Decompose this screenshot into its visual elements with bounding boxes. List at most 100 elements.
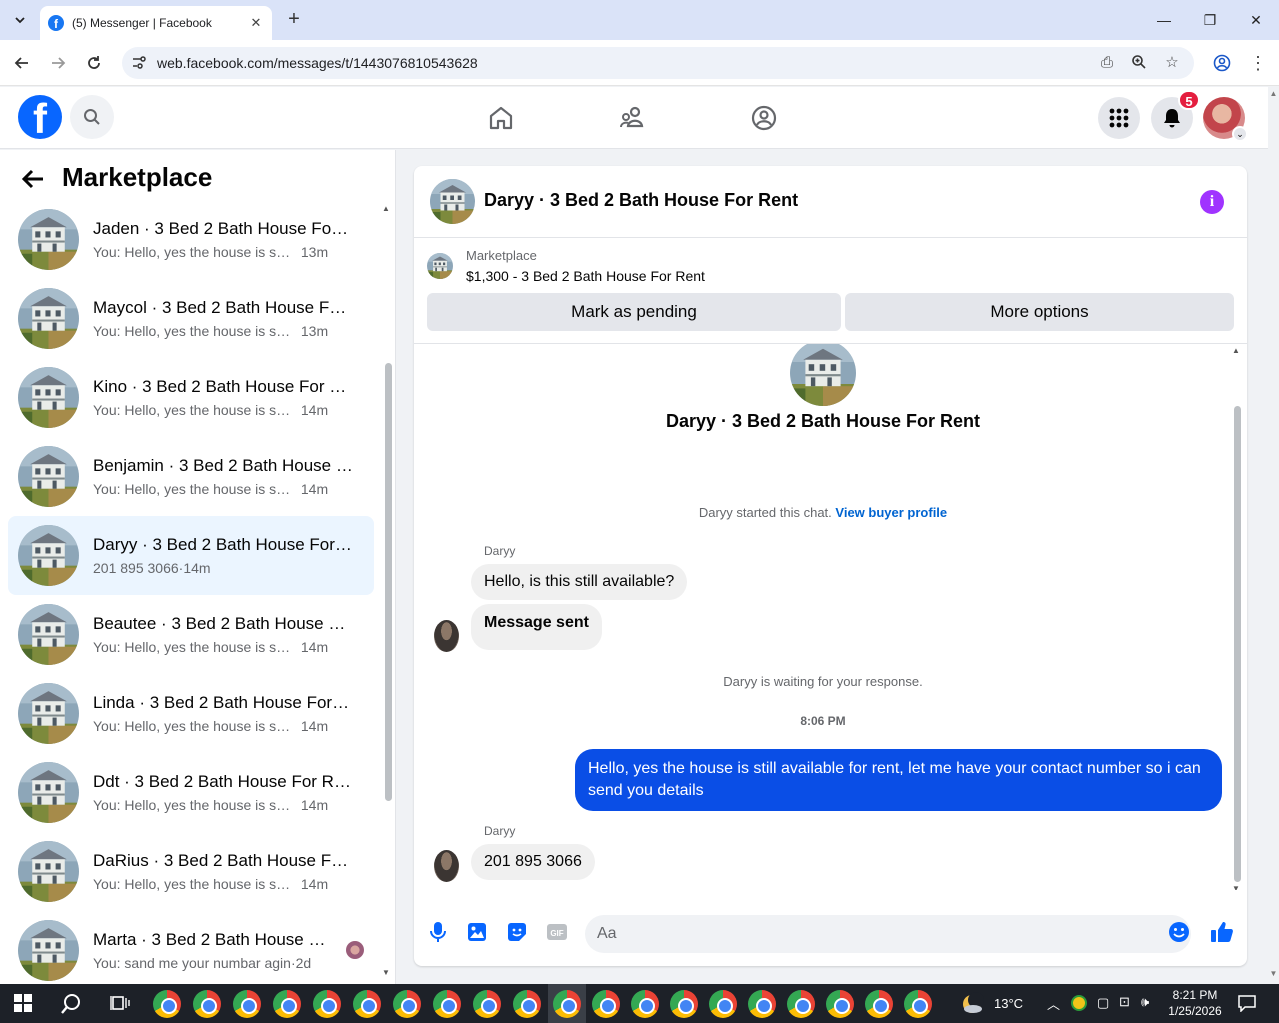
restore-button[interactable]: ❐ bbox=[1198, 8, 1222, 32]
view-buyer-profile-link[interactable]: View buyer profile bbox=[835, 505, 947, 520]
chrome-taskbar-icon[interactable] bbox=[748, 990, 776, 1018]
chrome-taskbar-icon[interactable] bbox=[393, 990, 421, 1018]
zoom-icon[interactable] bbox=[1130, 54, 1148, 72]
conversation-item[interactable]: Beautee · 3 Bed 2 Bath House For Rent Yo… bbox=[8, 595, 374, 674]
chrome-taskbar-icon[interactable] bbox=[709, 990, 737, 1018]
chrome-taskbar-icon[interactable] bbox=[787, 990, 815, 1018]
taskbar-clock[interactable]: 8:21 PM 1/25/2026 bbox=[1162, 987, 1228, 1019]
conversation-item[interactable]: DaRius · 3 Bed 2 Bath House For Rent You… bbox=[8, 832, 374, 911]
incoming-message[interactable]: 201 895 3066 bbox=[471, 844, 595, 880]
sender-avatar[interactable] bbox=[434, 850, 459, 882]
conversation-item[interactable]: Ddt · 3 Bed 2 Bath House For Rent You: H… bbox=[8, 753, 374, 832]
tray-device-icon[interactable]: ▢ bbox=[1097, 995, 1109, 1011]
weather-moon-icon[interactable] bbox=[960, 992, 984, 1021]
conversation-item-active[interactable]: Daryy · 3 Bed 2 Bath House For Rent 201 … bbox=[8, 516, 374, 595]
chrome-taskbar-icon[interactable] bbox=[670, 990, 698, 1018]
chrome-taskbar-icon[interactable] bbox=[513, 990, 541, 1018]
sidebar-scroll-down-arrow[interactable]: ▼ bbox=[382, 968, 390, 977]
microphone-icon[interactable] bbox=[426, 920, 450, 944]
conversation-item[interactable]: Kino · 3 Bed 2 Bath House For Rent You: … bbox=[8, 358, 374, 437]
chrome-taskbar-icon-active[interactable] bbox=[553, 990, 581, 1018]
reload-button[interactable] bbox=[82, 51, 106, 75]
browser-menu-button[interactable]: ⋮ bbox=[1246, 51, 1270, 75]
site-info-icon[interactable] bbox=[130, 54, 148, 72]
conversation-item[interactable]: Jaden · 3 Bed 2 Bath House For Rent You:… bbox=[8, 200, 374, 279]
chat-title[interactable]: Daryy · 3 Bed 2 Bath House For Rent bbox=[484, 190, 798, 211]
close-window-button[interactable]: ✕ bbox=[1244, 8, 1268, 32]
chevron-down-icon[interactable]: ⌄ bbox=[1232, 126, 1248, 142]
sender-avatar[interactable] bbox=[434, 620, 459, 652]
message-timestamp: 8:06 PM bbox=[800, 714, 846, 728]
message-input[interactable] bbox=[585, 915, 1191, 953]
chrome-taskbar-icon[interactable] bbox=[904, 990, 932, 1018]
chrome-taskbar-icon[interactable] bbox=[433, 990, 461, 1018]
conversation-item[interactable]: Marta · 3 Bed 2 Bath House For Rent You:… bbox=[8, 911, 374, 984]
nav-friends[interactable] bbox=[617, 103, 647, 133]
tray-app-icon[interactable] bbox=[1071, 995, 1087, 1011]
thread-scroll-up-arrow[interactable]: ▲ bbox=[1232, 346, 1240, 355]
thread-scrollbar[interactable] bbox=[1234, 406, 1241, 882]
forward-button[interactable] bbox=[46, 51, 70, 75]
info-icon[interactable]: i bbox=[1200, 190, 1224, 214]
volume-icon[interactable]: 🕪 bbox=[1141, 994, 1149, 1010]
photo-icon[interactable] bbox=[465, 920, 489, 944]
conversation-preview: You: Hello, yes the house is still avail… bbox=[93, 797, 291, 813]
chrome-taskbar-icon[interactable] bbox=[273, 990, 301, 1018]
install-app-icon[interactable]: ⎙ bbox=[1098, 54, 1116, 72]
back-button[interactable] bbox=[20, 166, 50, 192]
chrome-taskbar-icon[interactable] bbox=[592, 990, 620, 1018]
task-view-icon[interactable] bbox=[110, 994, 130, 1017]
bookmark-star-icon[interactable]: ☆ bbox=[1163, 54, 1181, 72]
notification-center-icon[interactable] bbox=[1238, 994, 1256, 1017]
mark-as-pending-button[interactable]: Mark as pending bbox=[427, 293, 841, 331]
gif-icon[interactable]: GIF bbox=[545, 920, 569, 944]
conversation-item[interactable]: Benjamin · 3 Bed 2 Bath House For Rent Y… bbox=[8, 437, 374, 516]
new-tab-button[interactable]: + bbox=[282, 8, 306, 32]
more-options-button[interactable]: More options bbox=[845, 293, 1234, 331]
nav-groups[interactable] bbox=[749, 103, 779, 133]
listing-description[interactable]: $1,300 - 3 Bed 2 Bath House For Rent bbox=[466, 268, 705, 284]
incoming-message[interactable]: Hello, is this still available? bbox=[471, 564, 688, 600]
emoji-icon[interactable] bbox=[1167, 920, 1191, 944]
conversation-item[interactable]: Maycol · 3 Bed 2 Bath House For Rent You… bbox=[8, 279, 374, 358]
chrome-taskbar-icon[interactable] bbox=[193, 990, 221, 1018]
sidebar-scroll-up-arrow[interactable]: ▲ bbox=[382, 204, 390, 213]
network-icon[interactable]: ⊡ bbox=[1119, 994, 1130, 1010]
address-bar[interactable]: web.facebook.com/messages/t/144307681054… bbox=[122, 47, 1194, 79]
weather-temperature[interactable]: 13°C bbox=[994, 996, 1023, 1011]
chat-avatar[interactable] bbox=[430, 179, 475, 224]
thread-scroll-down-arrow[interactable]: ▼ bbox=[1232, 884, 1240, 890]
facebook-logo[interactable]: f bbox=[18, 95, 62, 139]
sticker-icon[interactable] bbox=[505, 920, 529, 944]
incoming-message[interactable]: Message sent bbox=[471, 604, 602, 650]
chrome-taskbar-icon[interactable] bbox=[826, 990, 854, 1018]
chrome-taskbar-icon[interactable] bbox=[233, 990, 261, 1018]
chrome-taskbar-icon[interactable] bbox=[313, 990, 341, 1018]
search-button[interactable] bbox=[70, 95, 114, 139]
chrome-taskbar-icon[interactable] bbox=[865, 990, 893, 1018]
nav-home[interactable] bbox=[486, 103, 516, 133]
chrome-taskbar-icon[interactable] bbox=[153, 990, 181, 1018]
chrome-taskbar-icon[interactable] bbox=[353, 990, 381, 1018]
back-button[interactable] bbox=[10, 51, 34, 75]
chrome-taskbar-icon[interactable] bbox=[631, 990, 659, 1018]
message-thread: Daryy · 3 Bed 2 Bath House For Rent Dary… bbox=[414, 344, 1247, 890]
conversation-item[interactable]: Linda · 3 Bed 2 Bath House For Rent You:… bbox=[8, 674, 374, 753]
outgoing-message[interactable]: Hello, yes the house is still available … bbox=[575, 749, 1222, 811]
sidebar-scrollbar[interactable] bbox=[385, 363, 392, 801]
profile-button[interactable] bbox=[1210, 51, 1234, 75]
windows-start-icon[interactable] bbox=[14, 994, 32, 1017]
thumbs-up-icon[interactable] bbox=[1210, 920, 1234, 944]
page-scroll-up-arrow[interactable]: ▲ bbox=[1268, 89, 1279, 98]
page-scroll-down-arrow[interactable]: ▼ bbox=[1268, 969, 1279, 978]
tab-search-button[interactable] bbox=[8, 8, 32, 32]
chrome-taskbar-icon[interactable] bbox=[473, 990, 501, 1018]
profile-icon bbox=[1213, 54, 1231, 72]
tray-chevron-up-icon[interactable]: ︿ bbox=[1047, 994, 1060, 1013]
listing-thumbnail[interactable] bbox=[427, 253, 453, 279]
close-tab-icon[interactable]: ✕ bbox=[248, 15, 264, 31]
menu-button[interactable] bbox=[1098, 97, 1140, 139]
browser-tab[interactable]: f (5) Messenger | Facebook ✕ bbox=[40, 6, 272, 40]
taskbar-search-icon[interactable] bbox=[60, 993, 82, 1020]
minimize-button[interactable]: — bbox=[1152, 8, 1176, 32]
